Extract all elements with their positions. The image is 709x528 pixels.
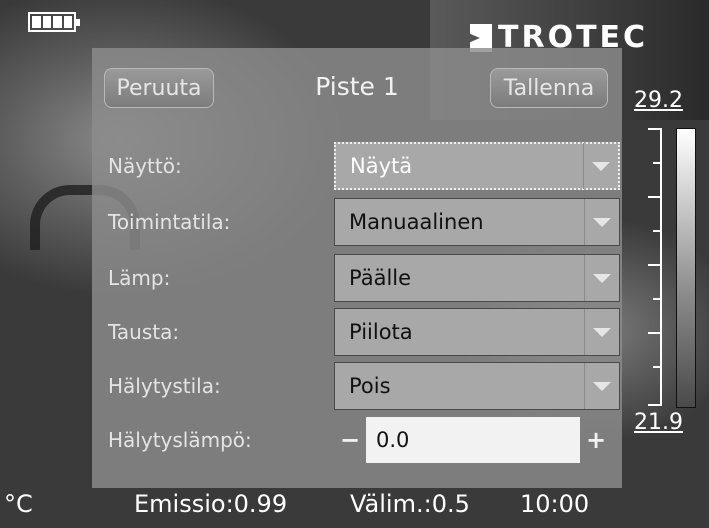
emission-readout: Emissio:0.99 (134, 490, 288, 518)
scale-max-value: 29.2 (634, 88, 683, 113)
alarm-mode-label: Hälytystila: (108, 374, 221, 398)
background-label: Tausta: (108, 320, 180, 344)
alarm-temp-stepper: − 0.0 + (334, 416, 620, 464)
alarm-temp-row: Hälytyslämpö: − 0.0 + (92, 416, 622, 464)
temperature-select[interactable]: Päälle (334, 254, 620, 302)
temperature-scale: 29.2 21.9 (634, 88, 698, 440)
display-row: Näyttö: Näytä (92, 142, 622, 190)
mode-label: Toimintatila: (108, 210, 231, 234)
unit-indicator: °C (4, 490, 33, 518)
chevron-down-icon[interactable] (583, 143, 618, 189)
clock: 10:00 (520, 490, 590, 518)
color-gradient-bar (676, 128, 696, 408)
alarm-temp-input[interactable]: 0.0 (366, 417, 580, 463)
temperature-row: Lämp: Päälle (92, 254, 622, 302)
alarm-mode-row: Hälytystila: Pois (92, 362, 622, 410)
display-label: Näyttö: (108, 154, 182, 178)
chevron-down-icon[interactable] (584, 255, 619, 301)
cancel-button[interactable]: Peruuta (104, 68, 214, 108)
increment-button[interactable]: + (580, 416, 612, 464)
spot-settings-dialog: Peruuta Piste 1 Tallenna Näyttö: Näytä T… (92, 48, 622, 488)
chevron-down-icon[interactable] (584, 309, 619, 355)
dialog-title: Piste 1 (315, 72, 399, 101)
mode-select[interactable]: Manuaalinen (334, 198, 620, 246)
temperature-value: Päälle (349, 266, 412, 290)
alarm-mode-select[interactable]: Pois (334, 362, 620, 410)
battery-icon (28, 12, 80, 32)
distance-readout: Välim.:0.5 (350, 490, 470, 518)
display-value: Näytä (350, 154, 413, 178)
background-row: Tausta: Piilota (92, 308, 622, 356)
alarm-mode-value: Pois (349, 374, 391, 398)
chevron-down-icon[interactable] (584, 363, 619, 409)
save-button[interactable]: Tallenna (490, 68, 608, 108)
chevron-down-icon[interactable] (584, 199, 619, 245)
mode-row: Toimintatila: Manuaalinen (92, 198, 622, 246)
scale-min-value: 21.9 (634, 410, 683, 435)
decrement-button[interactable]: − (334, 416, 366, 464)
background-value: Piilota (349, 320, 413, 344)
scale-ticks (644, 128, 662, 406)
background-select[interactable]: Piilota (334, 308, 620, 356)
mode-value: Manuaalinen (349, 210, 484, 234)
alarm-temp-label: Hälytyslämpö: (108, 428, 252, 452)
temperature-label: Lämp: (108, 266, 171, 290)
display-select[interactable]: Näytä (334, 142, 620, 190)
